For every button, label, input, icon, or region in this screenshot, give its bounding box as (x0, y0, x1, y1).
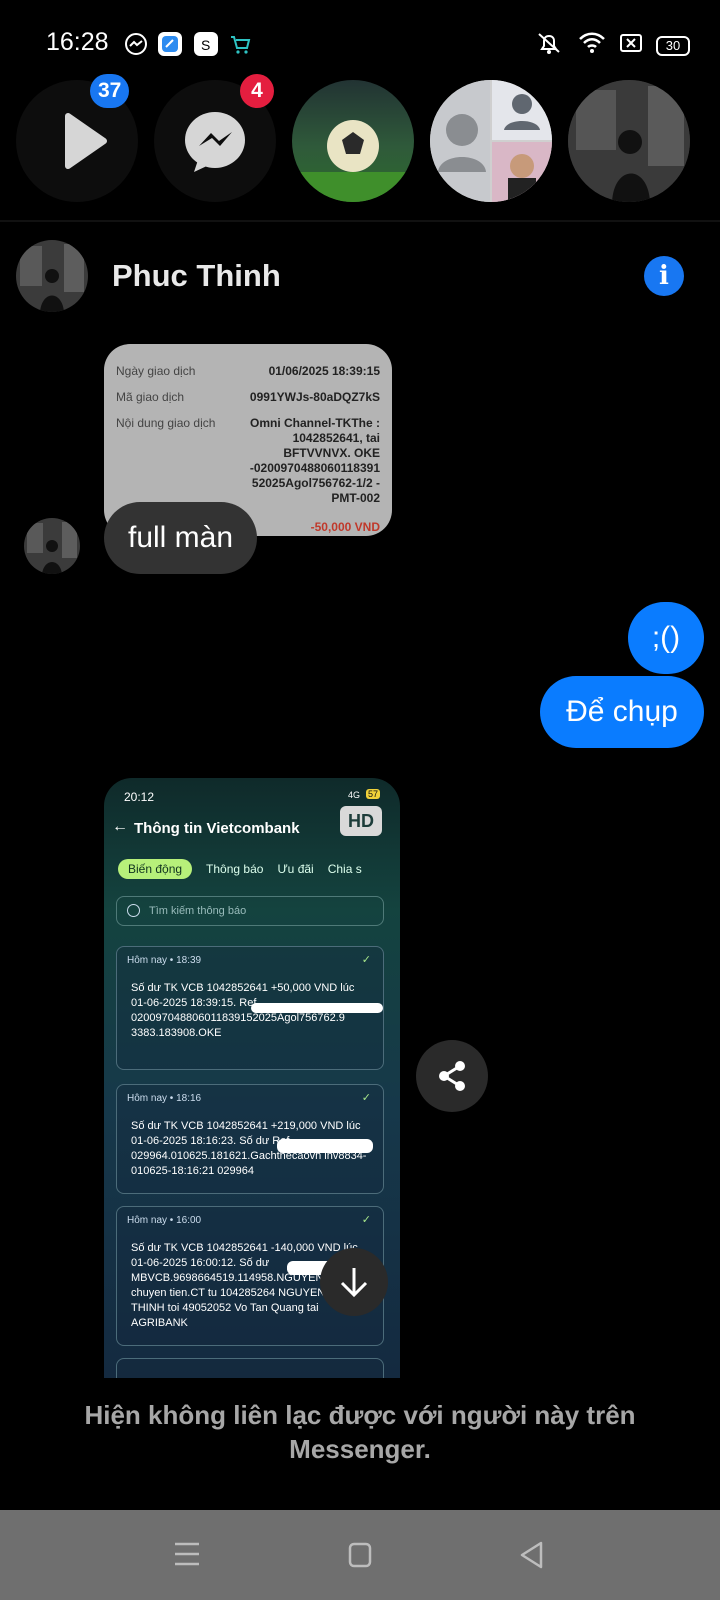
outgoing-message[interactable]: ;() (628, 602, 704, 674)
outgoing-message[interactable]: Để chụp (540, 676, 704, 748)
share-button[interactable] (416, 1040, 488, 1112)
home-icon[interactable] (348, 1542, 372, 1573)
sim-icon (620, 33, 642, 58)
redaction-mark (251, 1003, 383, 1013)
messenger-icon (124, 32, 148, 56)
messenger-badge: 4 (240, 74, 274, 108)
football-head[interactable] (292, 80, 414, 202)
blue-app-icon (158, 32, 182, 56)
tab-bien-dong: Biến động (118, 859, 193, 879)
back-arrow-icon: ← (112, 818, 128, 835)
tab-chia-se: Chia s (327, 862, 362, 876)
clock: 16:28 (46, 28, 109, 56)
screenshot-search: Tìm kiếm thông báo (116, 896, 384, 926)
check-icon: ✓ (361, 1092, 371, 1104)
tab-thong-bao: Thông báo (206, 862, 264, 876)
group-head[interactable] (430, 80, 552, 202)
cart-icon (228, 32, 252, 56)
info-icon[interactable]: i (644, 256, 684, 296)
avatar[interactable] (16, 240, 88, 312)
contact-name[interactable]: Phuc Thinh (112, 258, 281, 294)
check-icon: ✓ (361, 954, 371, 966)
screenshot-signal: 4G (348, 790, 361, 800)
wifi-icon (578, 31, 606, 60)
arrow-down-icon (340, 1268, 368, 1298)
menu-icon[interactable] (174, 1542, 200, 1571)
person-head[interactable] (568, 80, 690, 202)
screenshot-tabs: Biến động Thông báo Ưu đãi Chia s (118, 858, 362, 880)
screenshot-time: 20:12 (124, 790, 155, 804)
conversation-header: Phuc Thinh i (0, 240, 720, 316)
notification-card: Hôm nay • 18:16 ✓ Số dư TK VCB 104285264… (116, 1084, 384, 1194)
notification-card: Hôm nay • 18:39 ✓ Số dư TK VCB 104285264… (116, 946, 384, 1070)
avatar[interactable] (24, 518, 80, 574)
hd-badge[interactable]: HD (340, 806, 382, 836)
incoming-message[interactable]: full màn (104, 502, 258, 574)
chat-heads-row: 37 4 (0, 74, 720, 204)
screenshot-battery: 57 (366, 789, 381, 799)
redaction-mark (277, 1139, 373, 1153)
conversation-panel: Phuc Thinh i Ngày giao dịch 01/06/2025 1… (0, 220, 720, 1510)
receipt-amount: -50,000 VND (310, 520, 380, 534)
check-icon: ✓ (361, 1214, 371, 1226)
notification-card (116, 1358, 384, 1378)
unavailable-notice: Hiện không liên lạc được với người này t… (84, 1400, 636, 1464)
scroll-down-button[interactable] (320, 1248, 388, 1316)
system-nav-bar (0, 1510, 720, 1600)
back-icon[interactable] (518, 1540, 544, 1575)
mute-icon (534, 30, 564, 61)
tab-uu-dai: Ưu đãi (277, 862, 314, 876)
search-icon (127, 904, 140, 917)
svg-text:S: S (201, 37, 210, 53)
video-badge: 37 (90, 74, 130, 108)
share-icon (439, 1061, 465, 1091)
shopee-icon: S (194, 32, 218, 56)
battery-icon: 30 (656, 35, 690, 56)
screenshot-title: Thông tin Vietcombank (134, 820, 300, 837)
